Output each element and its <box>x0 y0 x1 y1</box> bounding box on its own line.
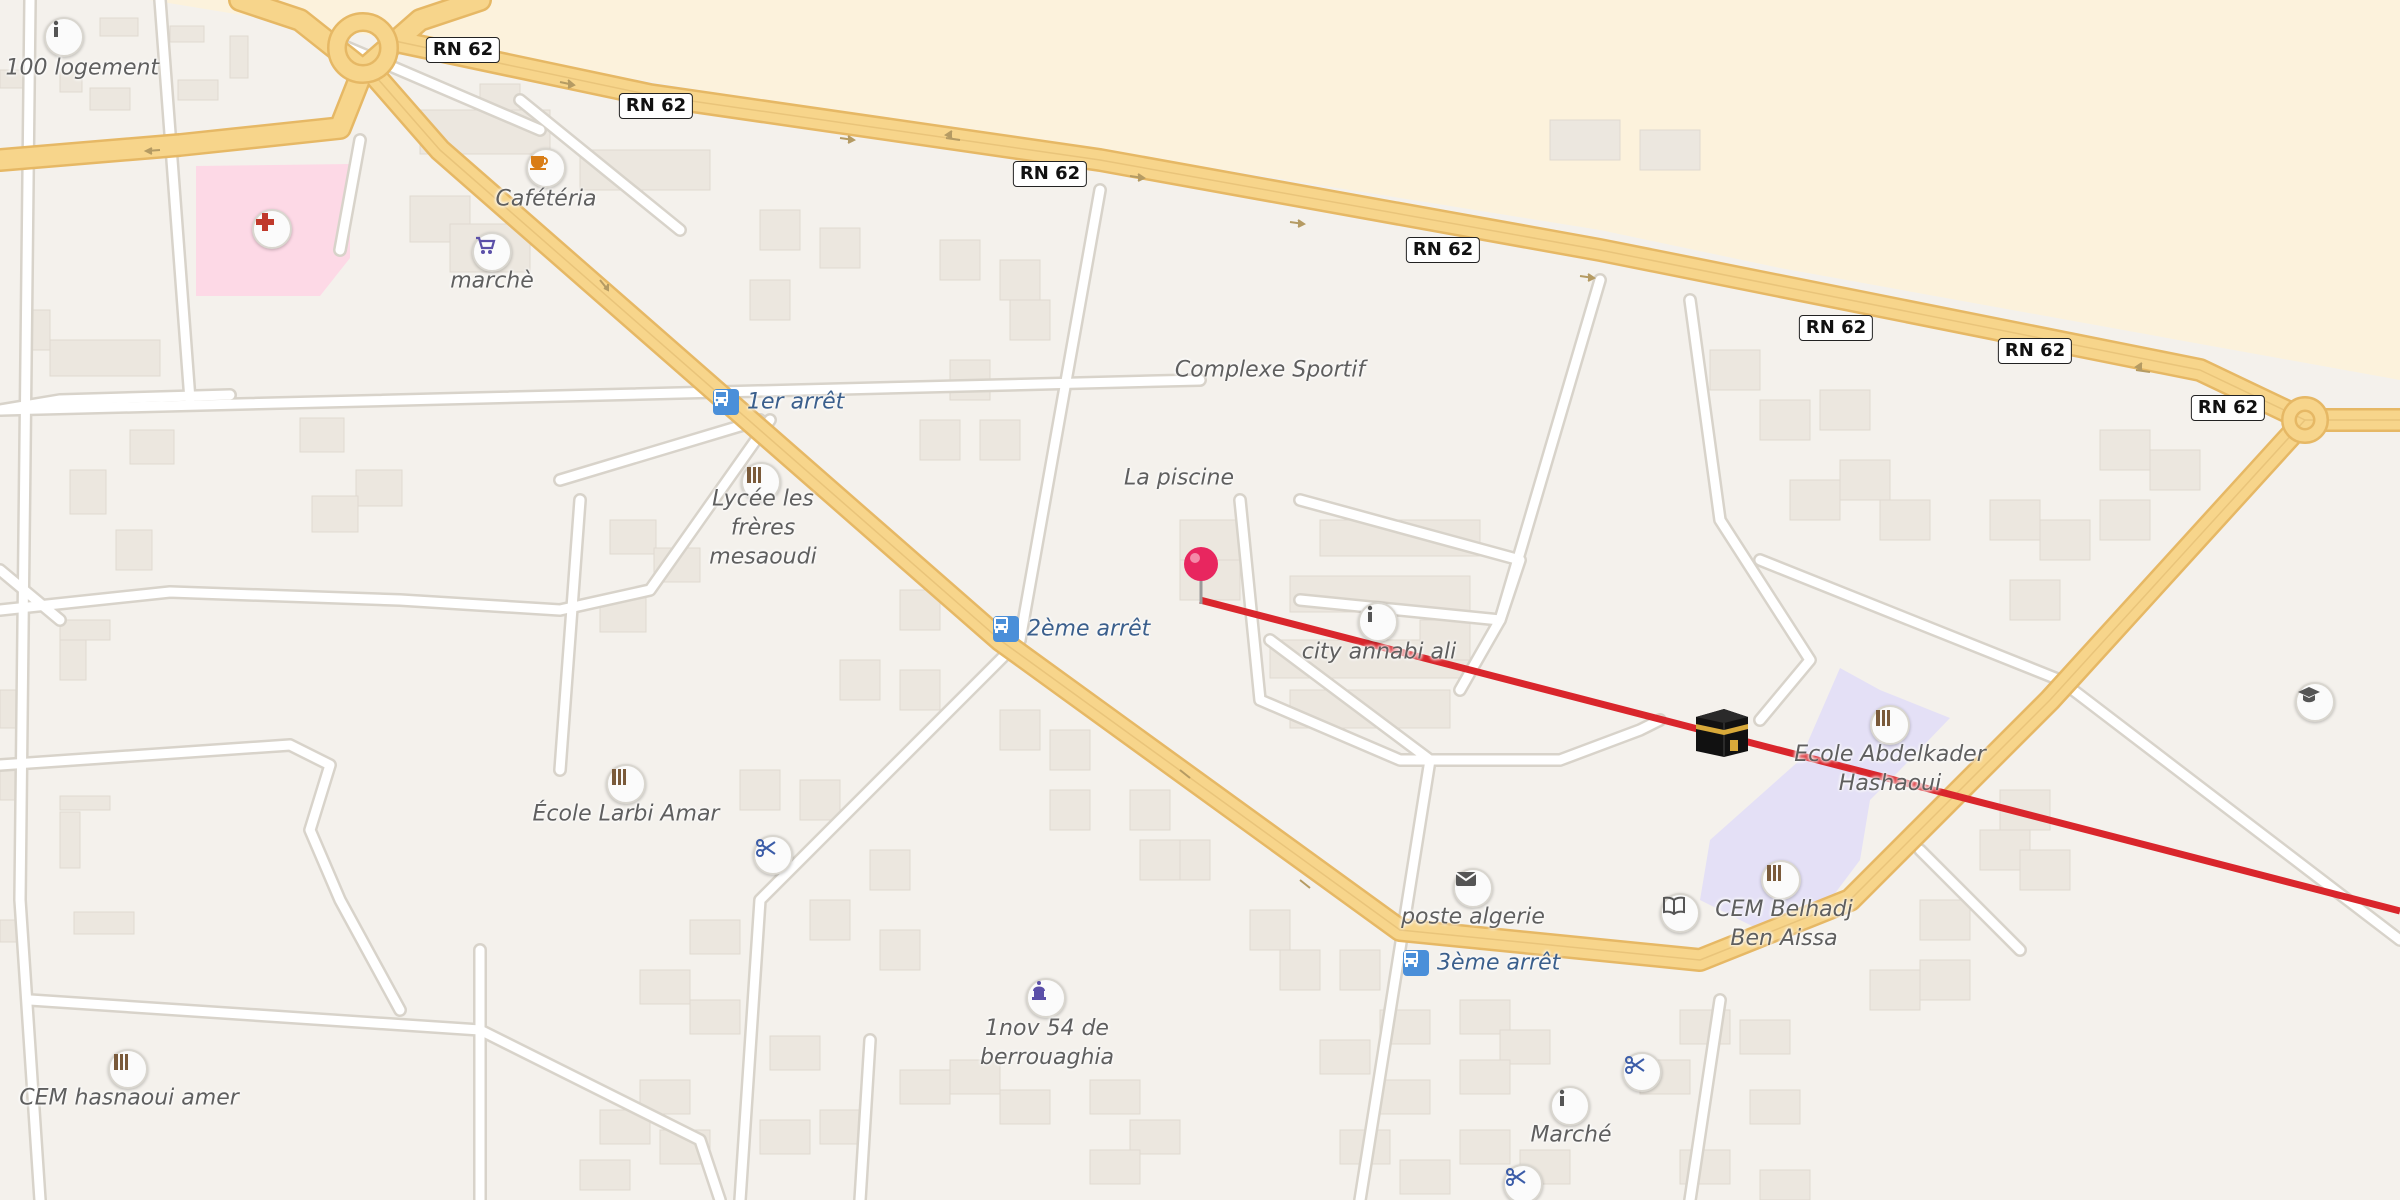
place-label: Cafétéria <box>495 186 597 212</box>
road-shield-rn62: RN 62 <box>425 37 501 63</box>
place-label: Lycée les frères mesaoudi <box>709 486 817 570</box>
place-label: École Larbi Amar <box>532 801 720 827</box>
place-label: CEM hasnaoui amer <box>19 1085 239 1111</box>
school-icon[interactable] <box>1761 860 1801 900</box>
road-shield-rn62: RN 62 <box>1997 338 2073 364</box>
place-label: city annabi ali <box>1301 639 1457 665</box>
bus-stop-label: 2ème arrêt <box>1027 616 1151 642</box>
kaaba-icon[interactable] <box>1694 707 1750 763</box>
bus-stop-label: 3ème arrêt <box>1437 950 1561 976</box>
place-label: 1nov 54 de berrouaghia <box>980 1016 1114 1070</box>
bus-stop-icon[interactable] <box>993 616 1019 642</box>
road-shield-rn62: RN 62 <box>1405 237 1481 263</box>
bus-stop-label: 1er arrêt <box>747 389 845 415</box>
school-icon[interactable] <box>606 764 646 804</box>
road-shield-rn62: RN 62 <box>618 93 694 119</box>
place-label: marchè <box>450 268 534 294</box>
info-icon[interactable] <box>44 17 84 57</box>
hospital-cross-icon[interactable] <box>252 209 292 249</box>
scissors-icon[interactable] <box>1622 1052 1662 1092</box>
map-canvas[interactable]: RN 62 RN 62 RN 62 RN 62 RN 62 RN 62 RN 6… <box>0 0 2400 1200</box>
location-pin-icon[interactable] <box>1181 546 1221 612</box>
scissors-icon[interactable] <box>753 835 793 875</box>
place-label: CEM Belhadj Ben Aissa <box>1715 897 1853 951</box>
road-shield-rn62: RN 62 <box>1798 315 1874 341</box>
road-shield-rn62: RN 62 <box>2190 395 2266 421</box>
monument-icon[interactable] <box>1026 978 1066 1018</box>
road-shield-rn62: RN 62 <box>1012 161 1088 187</box>
book-icon[interactable] <box>1660 893 1700 933</box>
place-label: La piscine <box>1124 465 1234 491</box>
place-label: Ecole Abdelkader Hashaoui <box>1794 742 1986 796</box>
bus-stop-icon[interactable] <box>713 389 739 415</box>
bus-stop-icon[interactable] <box>1403 950 1429 976</box>
coffee-cup-icon[interactable] <box>526 148 566 188</box>
info-icon[interactable] <box>1358 602 1398 642</box>
place-label: poste algerie <box>1401 904 1545 930</box>
place-label: Marché <box>1530 1122 1612 1148</box>
place-label: Complexe Sportif <box>1174 357 1366 383</box>
scissors-icon[interactable] <box>1503 1164 1543 1200</box>
school-icon[interactable] <box>1870 705 1910 745</box>
graduation-cap-icon[interactable] <box>2295 682 2335 722</box>
place-label: é 100 logement <box>0 55 160 81</box>
